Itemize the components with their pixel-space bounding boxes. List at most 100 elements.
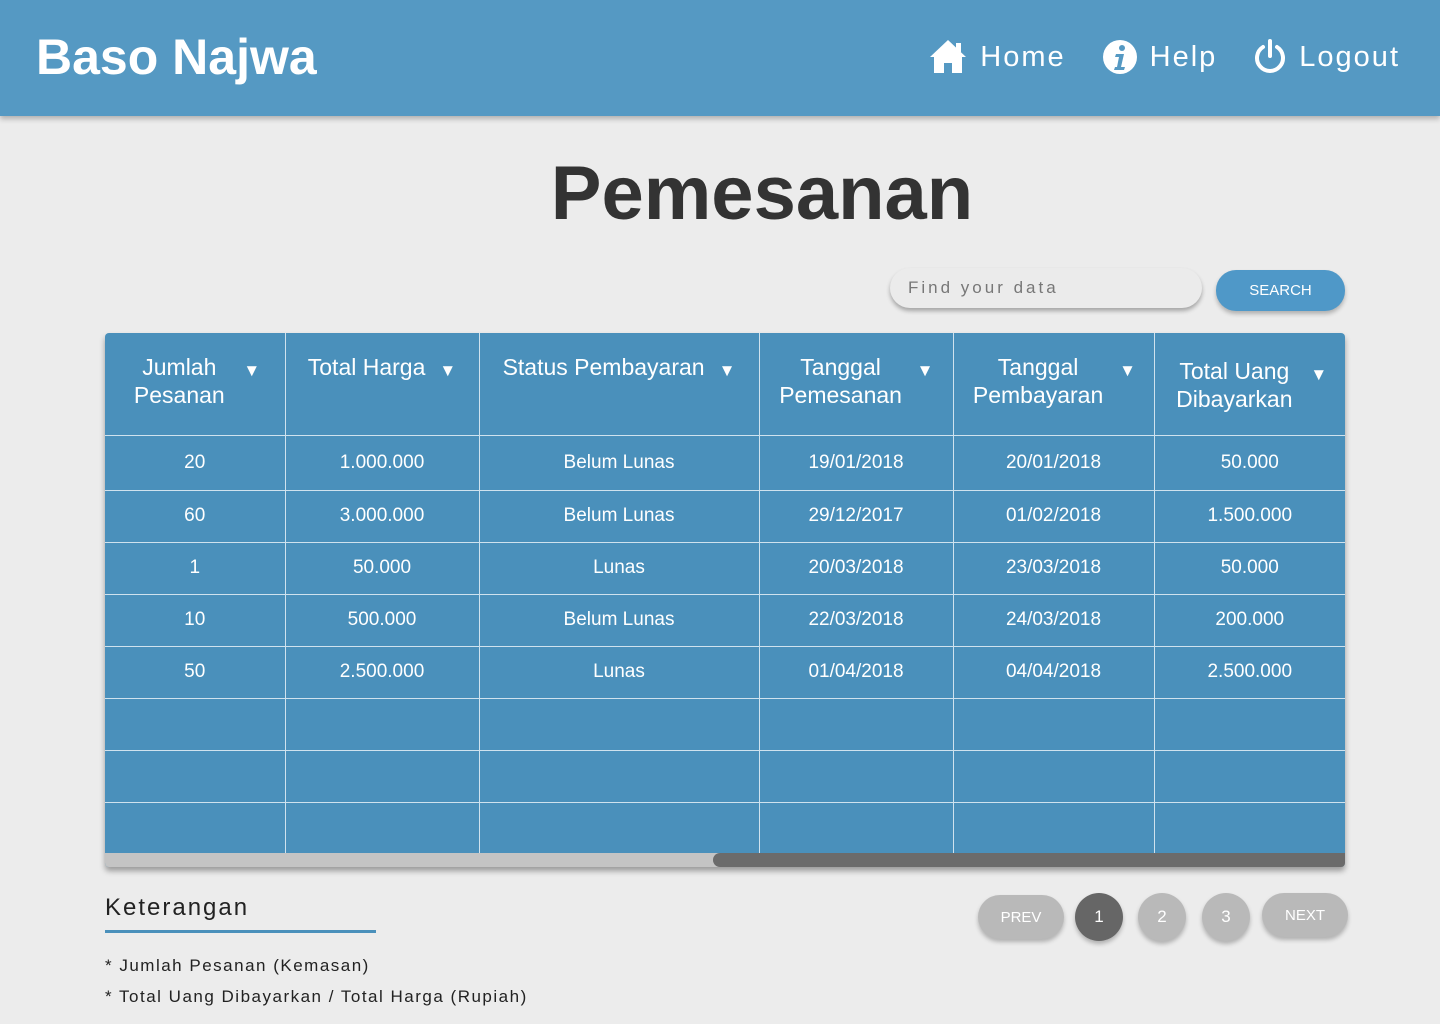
table-cell: 19/01/2018 (759, 435, 954, 491)
table-cell (105, 750, 286, 803)
table-row[interactable] (105, 698, 1345, 751)
orders-table: Jumlah Pesanan ▼ Total Harga ▼ Status Pemb… (105, 333, 1345, 867)
table-cell: 23/03/2018 (953, 542, 1155, 595)
table-row[interactable]: 1 50.000 Lunas 20/03/2018 23/03/2018 50.… (105, 542, 1345, 595)
search-input[interactable] (890, 268, 1202, 308)
nav-home-label: Home (980, 40, 1066, 73)
caret-down-icon[interactable]: ▼ (719, 357, 736, 385)
column-label: Total Uang Dibayarkan (1176, 358, 1293, 412)
table-cell: 24/03/2018 (953, 594, 1155, 647)
table-cell (105, 802, 286, 855)
table-cell: 29/12/2017 (759, 490, 954, 543)
table-header-row: Jumlah Pesanan ▼ Total Harga ▼ Status Pemb… (105, 333, 1345, 436)
search-button[interactable]: SEARCH (1216, 270, 1345, 311)
table-row[interactable] (105, 802, 1345, 855)
table-cell (105, 698, 286, 751)
table-row[interactable] (105, 750, 1345, 803)
nav-logout-label: Logout (1299, 40, 1400, 73)
table-cell: Belum Lunas (479, 490, 760, 543)
table-cell: 50.000 (1154, 435, 1345, 491)
page-title: Pemesanan (550, 151, 974, 236)
table-cell (759, 750, 954, 803)
main-nav: Home Help Logout (892, 38, 1400, 76)
column-label: Tanggal Pemesanan (779, 354, 902, 408)
page-button-1[interactable]: 1 (1075, 893, 1123, 941)
table-cell: Lunas (479, 542, 760, 595)
table-cell: 2.500.000 (1154, 646, 1345, 699)
table-row[interactable]: 20 1.000.000 Belum Lunas 19/01/2018 20/0… (105, 435, 1345, 491)
table-cell (759, 802, 954, 855)
nav-help[interactable]: Help (1102, 39, 1218, 75)
table-cell: 01/02/2018 (953, 490, 1155, 543)
table-row[interactable]: 60 3.000.000 Belum Lunas 29/12/2017 01/0… (105, 490, 1345, 543)
table-cell (953, 802, 1155, 855)
note-line: * Total Uang Dibayarkan / Total Harga (R… (105, 987, 528, 1006)
note-line: * Jumlah Pesanan (Kemasan) (105, 956, 370, 975)
table-cell: 20/03/2018 (759, 542, 954, 595)
table-cell (1154, 698, 1345, 751)
scrollbar-thumb[interactable] (713, 853, 1345, 867)
caret-down-icon[interactable]: ▼ (243, 357, 260, 385)
table-cell (285, 802, 480, 855)
table-cell: 1.000.000 (285, 435, 480, 491)
table-cell: 04/04/2018 (953, 646, 1155, 699)
table-cell: Belum Lunas (479, 594, 760, 647)
table-cell: 500.000 (285, 594, 480, 647)
caret-down-icon[interactable]: ▼ (439, 357, 456, 385)
table-cell (479, 802, 760, 855)
column-header-tanggal-pembayaran[interactable]: Tanggal Pembayaran ▼ (953, 333, 1155, 436)
table-cell: 22/03/2018 (759, 594, 954, 647)
table-cell (953, 750, 1155, 803)
caret-down-icon[interactable]: ▼ (917, 357, 934, 385)
table-cell: 1 (105, 542, 286, 595)
table-cell: 01/04/2018 (759, 646, 954, 699)
table-cell: 1.500.000 (1154, 490, 1345, 543)
home-icon (928, 38, 968, 76)
prev-page-button[interactable]: PREV (978, 895, 1064, 939)
column-label: Tanggal Pembayaran (972, 354, 1104, 408)
table-cell (953, 698, 1155, 751)
table-cell: 60 (105, 490, 286, 543)
table-cell (759, 698, 954, 751)
page-button-3[interactable]: 3 (1202, 893, 1250, 941)
table-cell: 10 (105, 594, 286, 647)
table-cell (1154, 802, 1345, 855)
column-header-total-harga[interactable]: Total Harga ▼ (285, 333, 480, 436)
table-cell: 20 (105, 435, 286, 491)
brand-logo[interactable]: Baso Najwa (36, 28, 317, 86)
column-header-status-pembayaran[interactable]: Status Pembayaran ▼ (479, 333, 760, 436)
table-cell (285, 750, 480, 803)
table-cell: 50.000 (1154, 542, 1345, 595)
caret-down-icon[interactable]: ▼ (1310, 361, 1327, 389)
column-header-total-uang-dibayarkan[interactable]: Total Uang Dibayarkan ▼ (1154, 333, 1345, 436)
notes-underline (105, 930, 376, 933)
column-label: Status Pembayaran (502, 354, 705, 380)
table-cell: Lunas (479, 646, 760, 699)
column-header-jumlah-pesanan[interactable]: Jumlah Pesanan ▼ (105, 333, 286, 436)
horizontal-scrollbar[interactable] (105, 853, 1345, 867)
column-label: Jumlah Pesanan (133, 354, 225, 408)
table-cell: 3.000.000 (285, 490, 480, 543)
next-page-button[interactable]: NEXT (1262, 893, 1348, 937)
notes-title: Keterangan (105, 894, 250, 921)
nav-home[interactable]: Home (928, 38, 1065, 76)
table-cell: 2.500.000 (285, 646, 480, 699)
table-cell: Belum Lunas (479, 435, 760, 491)
column-header-tanggal-pemesanan[interactable]: Tanggal Pemesanan ▼ (759, 333, 954, 436)
table-cell (285, 698, 480, 751)
table-row[interactable]: 50 2.500.000 Lunas 01/04/2018 04/04/2018… (105, 646, 1345, 699)
top-navbar: Baso Najwa Home Help Logout (0, 0, 1440, 116)
nav-logout[interactable]: Logout (1253, 38, 1400, 76)
table-row[interactable]: 10 500.000 Belum Lunas 22/03/2018 24/03/… (105, 594, 1345, 647)
table-cell: 50.000 (285, 542, 480, 595)
table-cell: 20/01/2018 (953, 435, 1155, 491)
power-icon (1253, 38, 1287, 76)
table-cell (479, 750, 760, 803)
page-button-2[interactable]: 2 (1138, 893, 1186, 941)
column-label: Total Harga (307, 354, 426, 380)
caret-down-icon[interactable]: ▼ (1119, 357, 1136, 385)
nav-help-label: Help (1149, 40, 1218, 73)
info-icon (1102, 39, 1138, 75)
table-cell (1154, 750, 1345, 803)
table-cell: 200.000 (1154, 594, 1345, 647)
